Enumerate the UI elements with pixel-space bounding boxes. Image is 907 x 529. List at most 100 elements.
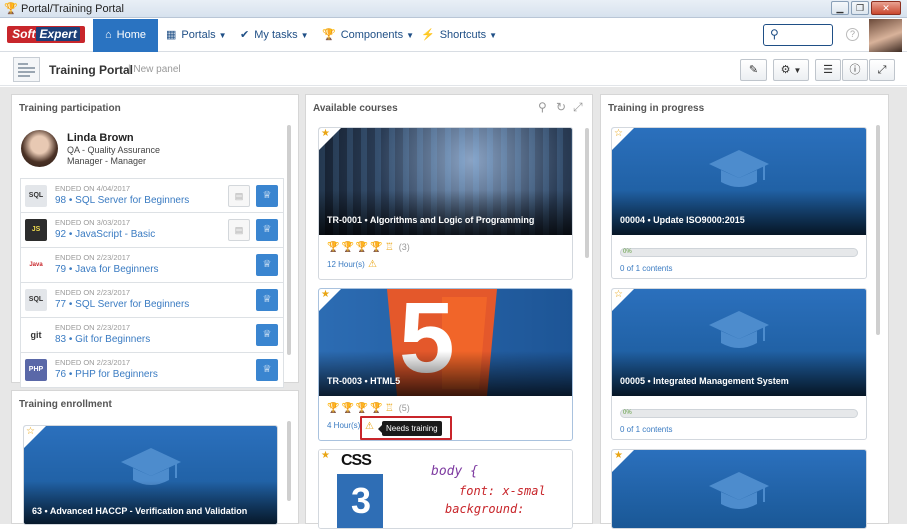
search-input[interactable]: ⚲ (763, 24, 833, 46)
warning-icon[interactable]: ⚠ (368, 259, 377, 270)
course-card[interactable]: TR-0001 • Algorithms and Logic of Progra… (318, 127, 573, 280)
settings-button[interactable]: ⚙ ▼ (773, 59, 809, 81)
rating-trophies: 🏆🏆🏆🏆♖ (3) (327, 242, 410, 253)
nav-components[interactable]: 🏆 Components ▼ (322, 19, 414, 52)
nav-shortcuts-label: Shortcuts (439, 29, 487, 41)
profile-photo (21, 130, 58, 167)
panel-title: Available courses (313, 103, 398, 114)
course-name[interactable]: 92 • JavaScript - Basic (55, 229, 155, 240)
scrollbar[interactable] (287, 125, 291, 355)
scrollbar[interactable] (287, 421, 291, 501)
page-header: Training Portal | New panel ✎ ⚙ ▼ ☰ ⓘ ⤢ (0, 53, 907, 86)
training-enrollment-panel: Training enrollment 63 • Advanced HACCP … (11, 390, 299, 525)
restore-icon[interactable]: ❐ (851, 1, 869, 15)
rating-count: (5) (398, 403, 410, 413)
course-thumbnail: JS (25, 219, 47, 241)
expand-icon[interactable]: ⤢ (573, 100, 583, 115)
caret-down-icon: ▼ (406, 31, 414, 40)
grid-icon: ▦ (166, 29, 177, 41)
home-icon: ⌂ (105, 29, 112, 41)
panel-title: Training enrollment (19, 399, 112, 410)
course-name[interactable]: 83 • Git for Beginners (55, 334, 150, 345)
nav-my-tasks-label: My tasks (254, 29, 298, 41)
info-icon: ⓘ (849, 64, 861, 76)
available-courses-panel: Available courses ⚲ ↻ ⤢ TR-0001 • Algori… (305, 94, 593, 529)
scrollbar[interactable] (585, 128, 589, 258)
star-icon[interactable]: ☆ (614, 289, 623, 300)
course-card[interactable]: 3 CSS body { font: x-smal background: ★ (318, 449, 573, 529)
expand-button[interactable]: ⤢ (869, 59, 895, 81)
list-item[interactable]: PHP ENDED ON 2/23/2017 76 • PHP for Begi… (20, 353, 284, 388)
star-filled-icon[interactable]: ★ (321, 289, 330, 300)
star-filled-icon[interactable]: ★ (321, 128, 330, 139)
nav-portals[interactable]: ▦ Portals ▼ (166, 19, 227, 52)
check-icon: ✔ (240, 29, 250, 41)
refresh-icon[interactable]: ↻ (556, 100, 566, 114)
help-icon[interactable]: ? (846, 28, 859, 41)
page-subtitle: | New panel (128, 64, 181, 75)
nav-home-label: Home (116, 29, 146, 41)
course-date: ENDED ON 4/04/2017 (55, 184, 131, 193)
filter-button[interactable]: ☰ (815, 59, 841, 81)
list-item[interactable]: git ENDED ON 2/23/2017 83 • Git for Begi… (20, 318, 284, 353)
user-avatar[interactable] (869, 19, 902, 52)
page-title: Training Portal (49, 63, 134, 77)
document-button[interactable]: ▤ (228, 219, 250, 241)
course-name[interactable]: 79 • Java for Beginners (55, 264, 159, 275)
contents-count[interactable]: 0 of 1 contents (620, 264, 672, 273)
course-date: ENDED ON 2/23/2017 (55, 358, 131, 367)
certificate-button[interactable]: ♕ (256, 254, 278, 276)
course-name[interactable]: 98 • SQL Server for Beginners (55, 195, 189, 206)
course-date: ENDED ON 2/23/2017 (55, 253, 131, 262)
contents-count[interactable]: 0 of 1 contents (620, 425, 672, 434)
css3-shield: 3 (337, 474, 383, 528)
star-icon[interactable]: ☆ (614, 128, 623, 139)
course-card[interactable]: 00004 • Update ISO9000:2015 ☆ 0% 0 of 1 … (611, 127, 867, 279)
course-card[interactable]: 63 • Advanced HACCP - Verification and V… (23, 425, 278, 525)
star-icon[interactable]: ☆ (26, 426, 35, 437)
nav-components-label: Components (340, 29, 404, 41)
certificate-button[interactable]: ♕ (256, 185, 278, 207)
nav-my-tasks[interactable]: ✔ My tasks ▼ (240, 19, 309, 52)
list-item[interactable]: Java ENDED ON 2/23/2017 79 • Java for Be… (20, 248, 284, 283)
certificate-icon: ♕ (262, 224, 272, 235)
list-item[interactable]: JS ENDED ON 3/03/2017 92 • JavaScript - … (20, 213, 284, 248)
document-icon: ▤ (234, 191, 244, 201)
certificate-button[interactable]: ♕ (256, 219, 278, 241)
course-thumbnail: git (25, 324, 47, 346)
logo-text-expert: Expert (36, 27, 80, 41)
certificate-button[interactable]: ♕ (256, 324, 278, 346)
nav-home[interactable]: ⌂ Home (93, 19, 158, 52)
list-item[interactable]: SQL ENDED ON 4/04/2017 98 • SQL Server f… (20, 178, 284, 213)
code-line: body { (431, 464, 478, 479)
course-name[interactable]: 76 • PHP for Beginners (55, 369, 158, 380)
gear-icon: ⚙ (780, 64, 791, 76)
minimize-icon[interactable]: ▁ (831, 1, 849, 15)
document-icon: ▤ (234, 225, 244, 235)
user-position: Manager - Manager (67, 156, 147, 166)
expand-icon: ⤢ (877, 64, 887, 76)
certificate-button[interactable]: ♕ (256, 359, 278, 381)
certificate-icon: ♕ (262, 190, 272, 201)
star-filled-icon[interactable]: ★ (321, 450, 330, 461)
certificate-button[interactable]: ♕ (256, 289, 278, 311)
edit-button[interactable]: ✎ (740, 59, 767, 81)
course-name[interactable]: 77 • SQL Server for Beginners (55, 299, 189, 310)
softexpert-logo[interactable]: Soft Expert (7, 26, 85, 43)
nav-shortcuts[interactable]: ⚡ Shortcuts ▼ (421, 19, 497, 52)
trophy-outline-icon: ♖ (384, 403, 396, 414)
course-date: ENDED ON 2/23/2017 (55, 323, 131, 332)
trophy-icon: 🏆🏆🏆🏆 (327, 403, 385, 414)
star-filled-icon[interactable]: ★ (614, 450, 623, 461)
certificate-icon: ♕ (262, 364, 272, 375)
course-card[interactable]: ★ (611, 449, 867, 529)
course-card[interactable]: 00005 • Integrated Management System ☆ 0… (611, 288, 867, 440)
list-item[interactable]: SQL ENDED ON 2/23/2017 77 • SQL Server f… (20, 283, 284, 318)
info-button[interactable]: ⓘ (842, 59, 868, 81)
document-button[interactable]: ▤ (228, 185, 250, 207)
window-title: Portal/Training Portal (21, 2, 124, 15)
scrollbar[interactable] (876, 125, 880, 335)
close-icon[interactable]: ✕ (871, 1, 901, 15)
warning-icon[interactable]: ⚠ (365, 421, 374, 432)
search-icon[interactable]: ⚲ (538, 100, 547, 114)
